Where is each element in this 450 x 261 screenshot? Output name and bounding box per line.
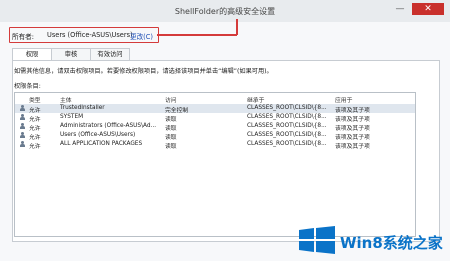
header-type[interactable]: 类型: [29, 95, 41, 104]
annotation-line: [157, 34, 237, 36]
permission-entries-label: 权限条目:: [14, 83, 41, 90]
row-principal: Users (Office-ASUS\Users): [60, 132, 136, 138]
row-inherited-from: CLASSES_ROOT\CLSID\{8...: [247, 141, 327, 147]
table-row[interactable]: 允许 TrustedInstaller 完全控制 CLASSES_ROOT\CL…: [15, 104, 415, 114]
row-access: 读取: [165, 144, 177, 150]
row-inherited-from: CLASSES_ROOT\CLSID\{8...: [247, 114, 327, 120]
annotation-line-vertical: [236, 19, 238, 35]
user-group-icon: [19, 123, 27, 130]
user-group-icon: [19, 105, 27, 112]
row-inherited-from: CLASSES_ROOT\CLSID\{8...: [247, 105, 327, 111]
win8-watermark-logo: Win8系统之家: [298, 225, 443, 255]
header-applies-to[interactable]: 应用于: [335, 95, 352, 104]
row-principal: ALL APPLICATION PACKAGES: [60, 141, 143, 147]
table-row[interactable]: 允许 ALL APPLICATION PACKAGES 读取 CLASSES_R…: [15, 140, 415, 150]
row-principal: TrustedInstaller: [60, 105, 105, 111]
watermark-text: Win8系统之家: [340, 234, 443, 252]
user-group-icon: [19, 132, 27, 139]
table-row[interactable]: 允许 SYSTEM 读取 CLASSES_ROOT\CLSID\{8... 该项…: [15, 113, 415, 123]
row-principal: SYSTEM: [60, 114, 84, 120]
table-row[interactable]: 允许 Administrators (Office-ASUS\Ad... 读取 …: [15, 122, 415, 132]
row-principal: Administrators (Office-ASUS\Ad...: [60, 123, 157, 129]
header-principal[interactable]: 主体: [60, 95, 72, 104]
row-type: 允许: [29, 144, 41, 150]
row-applies-to: 该项及其子项: [335, 144, 370, 150]
user-group-icon: [19, 141, 27, 148]
tab-auditing[interactable]: 审核: [51, 48, 91, 60]
title-bar: ShellFolder的高级安全设置 — ✕: [0, 0, 450, 23]
user-group-icon: [19, 114, 27, 121]
header-inherited-from[interactable]: 继承于: [247, 95, 264, 104]
minimize-button[interactable]: —: [392, 3, 408, 15]
window-title: ShellFolder的高级安全设置: [174, 7, 276, 16]
info-text: 如需其他信息，请双击权限项目。若要修改权限项目，请选择该项目并单击“编辑”(如果…: [14, 68, 273, 75]
row-inherited-from: CLASSES_ROOT\CLSID\{8...: [247, 123, 327, 129]
owner-change-link[interactable]: 更改(C): [130, 31, 153, 41]
close-button[interactable]: ✕: [412, 3, 444, 15]
permission-table: 类型 主体 访问 继承于 应用于 允许 TrustedInstaller 完全控…: [14, 92, 416, 237]
header-access[interactable]: 访问: [165, 95, 177, 104]
tab-effective-access[interactable]: 有效访问: [90, 48, 130, 60]
row-inherited-from: CLASSES_ROOT\CLSID\{8...: [247, 132, 327, 138]
table-row[interactable]: 允许 Users (Office-ASUS\Users) 读取 CLASSES_…: [15, 131, 415, 141]
table-header: 类型 主体 访问 继承于 应用于: [15, 93, 415, 104]
owner-value: Users (Office-ASUS\Users): [47, 31, 133, 39]
owner-label: 所有者:: [12, 33, 35, 41]
windows-logo-icon: [299, 226, 335, 254]
